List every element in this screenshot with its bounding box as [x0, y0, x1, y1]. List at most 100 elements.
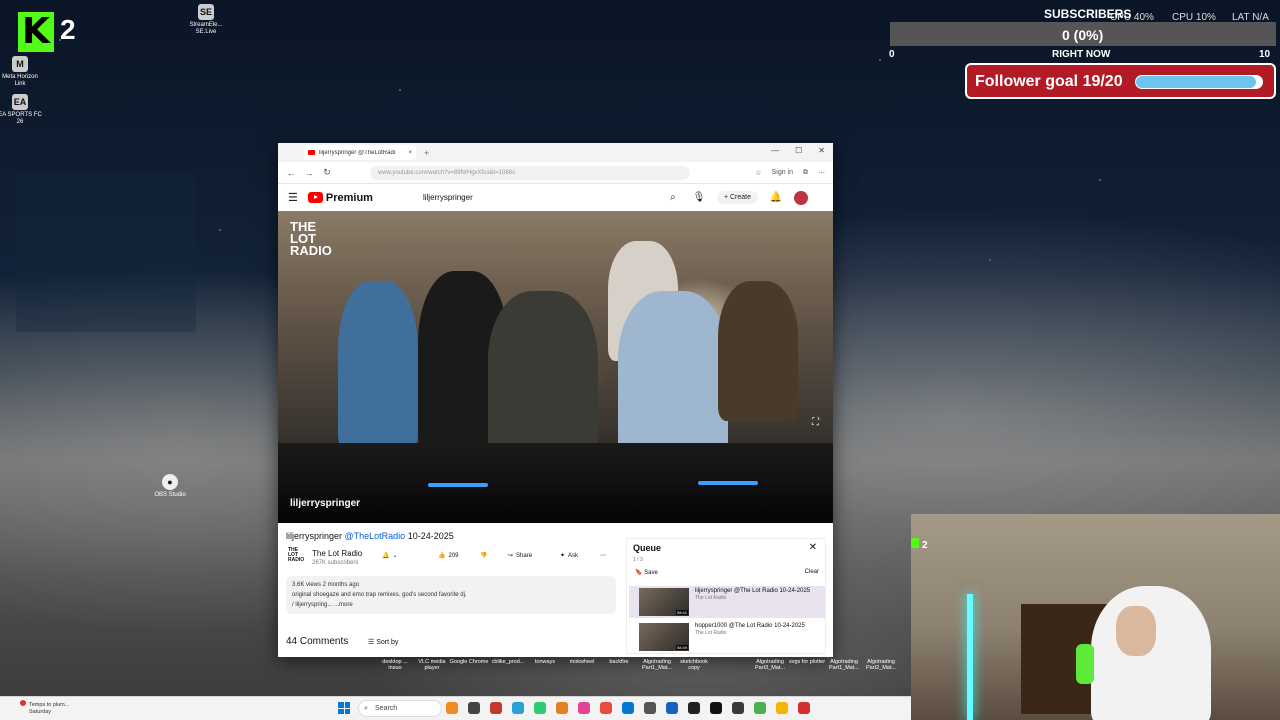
create-button[interactable]: + Create: [716, 191, 759, 204]
reload-icon[interactable]: ↻: [322, 167, 332, 178]
microphone-icon[interactable]: 🎙: [691, 192, 707, 203]
more-actions-icon[interactable]: ⋯: [600, 552, 606, 559]
notifications-bell-icon[interactable]: 🔔: [768, 192, 784, 203]
desktop-icon-ea-fc[interactable]: EA EA SPORTS FC 26: [0, 94, 42, 126]
close-tab-icon[interactable]: ×: [408, 150, 412, 156]
channel-name[interactable]: The Lot Radio: [312, 549, 362, 558]
taskbar-app-icon[interactable]: [600, 702, 612, 714]
queue-save-button[interactable]: 🔖 Save: [635, 569, 658, 576]
taskbar-app-icon[interactable]: [446, 702, 458, 714]
desktop-shortcut[interactable]: cblike_prod...: [488, 659, 528, 665]
queue-duration: 58:49: [675, 645, 688, 650]
dislike-button[interactable]: 👎: [480, 552, 487, 559]
address-bar[interactable]: www.youtube.com/watch?v=89NrHgxXfco&t=10…: [370, 165, 690, 180]
desktop-shortcut[interactable]: desktop ... insuo: [375, 659, 415, 671]
youtube-logo-text: Premium: [325, 191, 373, 204]
streamelements-icon: SE: [198, 4, 214, 20]
comments-count: 44 Comments: [286, 636, 349, 647]
taskbar-app-icon[interactable]: [710, 702, 722, 714]
taskbar-app-icon[interactable]: [688, 702, 700, 714]
notification-bell-button[interactable]: 🔔 ⌄: [382, 552, 398, 559]
maximize-button[interactable]: ☐: [795, 146, 802, 155]
desktop-shortcut[interactable]: sketchbook copy: [674, 659, 714, 671]
queue-item[interactable]: 58:49 hopper1000 @The Lot Radio 10-24-20…: [629, 621, 825, 653]
desktop-icon-label: StreamEle... SE.Live: [189, 22, 223, 35]
desktop-shortcut[interactable]: backfire: [599, 659, 639, 665]
desktop-shortcut[interactable]: tonways: [525, 659, 565, 665]
ea-sports-icon: EA: [12, 94, 28, 110]
taskbar-app-icon[interactable]: [776, 702, 788, 714]
desktop-shortcut[interactable]: svgs for plotter: [787, 659, 827, 665]
taskbar-app-icon[interactable]: [622, 702, 634, 714]
taskbar-app-icon[interactable]: [798, 702, 810, 714]
taskbar-app-icon[interactable]: [732, 702, 744, 714]
desktop-icon-obs[interactable]: ● OBS Studio: [148, 474, 192, 499]
desktop-shortcut[interactable]: mokwheel: [562, 659, 602, 665]
description-box[interactable]: 3.6K views 2 months ago original shoegaz…: [286, 576, 616, 614]
desktop-icon-streamelements[interactable]: SE StreamEle... SE.Live: [184, 4, 228, 36]
webcam-person: [1091, 586, 1211, 720]
windows-start-icon[interactable]: [338, 702, 350, 714]
taskbar-app-icon[interactable]: [512, 702, 524, 714]
back-icon[interactable]: ←: [286, 168, 296, 178]
video-figure: [488, 291, 598, 461]
taskbar-app-icon[interactable]: [666, 702, 678, 714]
youtube-search-input[interactable]: [418, 188, 655, 207]
queue-item[interactable]: 58:41 liljerryspringer @The Lot Radio 10…: [629, 586, 825, 618]
description-link[interactable]: / liljerryspring...: [292, 602, 332, 608]
bookmark-star-icon[interactable]: ☆: [755, 169, 761, 177]
subscriber-title: SUBSCRIBERS: [1044, 7, 1132, 21]
forward-icon[interactable]: →: [304, 168, 314, 178]
close-icon[interactable]: ✕: [809, 542, 817, 553]
taskbar-app-icon[interactable]: [468, 702, 480, 714]
queue-thumbnail: 58:49: [639, 623, 689, 651]
ask-button[interactable]: ✦ Ask: [560, 552, 578, 560]
taskbar-app-icon[interactable]: [490, 702, 502, 714]
desktop-shortcut[interactable]: Algotrading Part2_Mat...: [861, 659, 901, 671]
hamburger-menu-icon[interactable]: ☰: [288, 191, 298, 204]
desktop-shortcut[interactable]: Algotrading Part1_Mat...: [824, 659, 864, 671]
queue-clear-button[interactable]: Clear: [805, 569, 819, 575]
close-window-button[interactable]: ✕: [818, 146, 825, 155]
taskbar-app-icon[interactable]: [644, 702, 656, 714]
desktop-shortcut[interactable]: Algotrading Part3_Mat...: [750, 659, 790, 671]
taskbar-app-icon[interactable]: [556, 702, 568, 714]
search-icon[interactable]: ⌕: [665, 192, 681, 203]
tab-strip: liljerryspringer @TheLotRadi × + — ☐ ✕: [278, 143, 833, 162]
fullscreen-icon[interactable]: ⛶: [812, 417, 819, 428]
video-title-handle[interactable]: @TheLotRadio: [345, 531, 406, 541]
create-label: Create: [730, 194, 752, 201]
menu-dots-icon[interactable]: ⋯: [818, 169, 825, 177]
avatar[interactable]: [794, 190, 809, 205]
queue-title: Queue: [633, 543, 662, 553]
desktop-shortcut[interactable]: Algotrading Part1_Mat...: [637, 659, 677, 671]
sort-by-button[interactable]: ☰ Sort by: [368, 638, 398, 646]
taskbar-search[interactable]: ⌕ Search: [358, 700, 442, 717]
weather-line-2: Saturday: [29, 709, 52, 715]
webcam-kick-badge: 2: [911, 538, 928, 551]
sign-in-link[interactable]: Sign in: [772, 169, 793, 176]
taskbar-app-icon[interactable]: [534, 702, 546, 714]
desktop-shortcut[interactable]: VLC media player: [412, 659, 452, 671]
tab-youtube[interactable]: liljerryspringer @TheLotRadi ×: [304, 145, 416, 160]
sparkle-icon: ✦: [560, 553, 566, 559]
desktop-icon-meta-link[interactable]: M Meta Horizon Link: [0, 56, 42, 88]
desktop-shortcut[interactable]: Google Chrome: [449, 659, 489, 665]
meta-icon: M: [12, 56, 28, 72]
taskbar-app-icon[interactable]: [578, 702, 590, 714]
extensions-icon[interactable]: ⧉: [803, 169, 808, 177]
weather-widget[interactable]: Temps to plum... Saturday: [20, 700, 69, 716]
kick-logo-icon: K: [18, 12, 54, 52]
share-button[interactable]: ↪ Share: [508, 552, 532, 560]
taskbar-app-icon[interactable]: [754, 702, 766, 714]
minimize-button[interactable]: —: [771, 146, 779, 155]
queue-item-title: liljerryspringer @The Lot Radio 10-24-20…: [695, 588, 811, 594]
thumbs-down-icon: 👎: [480, 553, 488, 559]
youtube-logo[interactable]: Premium: [307, 191, 373, 204]
channel-logo[interactable]: THE LOT RADIO: [288, 548, 304, 564]
like-button[interactable]: 👍 209: [438, 552, 459, 560]
new-tab-button[interactable]: +: [424, 148, 429, 158]
bell-icon: 🔔: [382, 553, 390, 559]
video-player[interactable]: THE LOT RADIO liljerryspringer ⛶: [278, 211, 833, 523]
description-more[interactable]: ...more: [334, 602, 353, 608]
